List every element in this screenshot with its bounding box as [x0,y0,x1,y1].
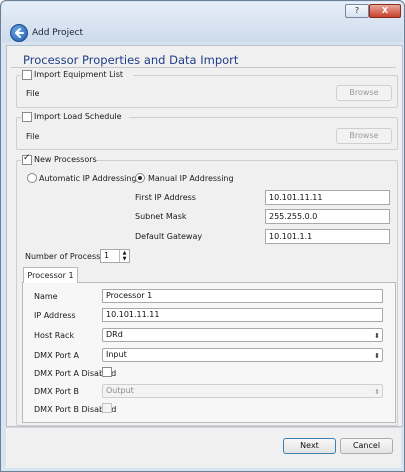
dropdown-arrow-icon: ⬍ [374,332,380,340]
heading-divider [11,67,396,68]
name-input[interactable]: Processor 1 [102,289,383,303]
first-ip-label: First IP Address [135,193,196,202]
equipment-file-label: File [26,89,40,98]
automatic-ip-label: Automatic IP Addressing [39,174,137,183]
number-of-processors-spinbox[interactable]: 1 ▲ ▼ [100,249,130,263]
dmx-port-b-select[interactable]: Output ⬍ [102,384,383,398]
dmx-port-a-value: Input [106,350,127,359]
title-bar: ? X Add Project [2,2,403,42]
next-button[interactable]: Next [283,438,336,454]
dmx-port-b-disabled-checkbox[interactable] [102,403,112,413]
host-rack-select[interactable]: DRd ⬍ [102,328,383,342]
ip-address-label: IP Address [34,311,76,320]
close-button[interactable]: X [369,4,401,18]
dialog-window: ? X Add Project Processor Properties and… [0,0,405,472]
ip-address-input[interactable]: 10.101.11.11 [102,308,383,322]
import-equipment-label: Import Equipment List [34,70,124,79]
import-load-header: Import Load Schedule [21,111,129,123]
host-rack-label: Host Rack [34,331,75,340]
dmx-port-a-label: DMX Port A [34,351,79,360]
import-equipment-header: Import Equipment List [21,69,133,81]
import-load-label: Import Load Schedule [34,112,122,121]
default-gateway-input[interactable]: 10.101.1.1 [265,229,390,244]
dmx-port-b-value: Output [106,386,134,395]
load-browse-button[interactable]: Browse [336,128,392,144]
subnet-mask-label: Subnet Mask [135,212,187,221]
window-title: Add Project [32,28,84,38]
spin-down-icon[interactable]: ▼ [119,256,129,262]
dmx-port-b-label: DMX Port B [34,387,79,396]
dropdown-arrow-icon: ⬍ [374,352,380,360]
help-button[interactable]: ? [345,4,369,18]
cancel-button[interactable]: Cancel [340,438,393,454]
back-button[interactable] [10,24,28,42]
page-title: Processor Properties and Data Import [23,53,239,67]
dropdown-arrow-icon: ⬍ [374,388,380,396]
name-label: Name [34,292,58,301]
new-processors-checkbox[interactable] [22,153,32,165]
processor-count-value: 1 [104,251,110,260]
manual-ip-radio[interactable] [135,173,145,183]
load-file-label: File [26,132,40,141]
default-gateway-label: Default Gateway [135,232,203,241]
help-icon: ? [354,6,360,15]
new-processors-header: New Processors [21,153,97,166]
manual-ip-label: Manual IP Addressing [148,174,234,183]
import-load-checkbox[interactable] [22,112,32,122]
import-equipment-checkbox[interactable] [22,70,32,80]
tab-processor-1[interactable]: Processor 1 [23,267,78,283]
equipment-browse-button[interactable]: Browse [336,85,392,101]
host-rack-value: DRd [106,330,123,339]
first-ip-input[interactable]: 10.101.11.11 [265,190,390,205]
automatic-ip-radio[interactable] [27,173,37,183]
dmx-port-a-select[interactable]: Input ⬍ [102,348,383,362]
new-processors-label: New Processors [34,155,97,164]
dmx-port-a-disabled-checkbox[interactable] [102,367,112,377]
subnet-mask-input[interactable]: 255.255.0.0 [265,209,390,224]
close-icon: X [381,6,389,15]
back-arrow-icon [15,28,24,38]
